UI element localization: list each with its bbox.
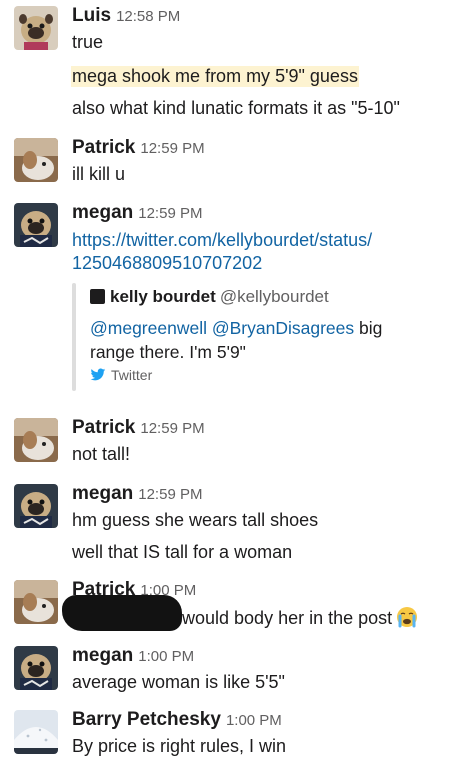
dog-avatar-icon xyxy=(14,138,58,182)
author-name[interactable]: Barry Petchesky xyxy=(72,709,221,730)
timestamp[interactable]: 12:59 PM xyxy=(140,140,204,157)
quote-bar xyxy=(72,283,76,391)
message-text: By price is right rules, I win xyxy=(72,736,287,756)
dog-avatar-icon xyxy=(14,418,58,462)
tweet-link[interactable]: https://twitter.com/kellybourdet/status/ xyxy=(72,230,372,251)
author-name[interactable]: Luis xyxy=(72,5,111,26)
twitter-avatar-icon xyxy=(90,289,105,304)
author-name[interactable]: megan xyxy=(72,483,133,504)
tweet-author-name[interactable]: kelly bourdet xyxy=(110,287,216,306)
message-text-part: would body her in the post xyxy=(182,608,393,628)
snow-avatar-icon xyxy=(14,710,58,754)
pug-avatar-icon xyxy=(14,484,58,528)
avatar[interactable] xyxy=(14,6,58,50)
dog-avatar-icon xyxy=(14,580,58,624)
message-text: hm guess she wears tall shoes xyxy=(72,510,319,530)
timestamp[interactable]: 12:59 PM xyxy=(140,420,204,437)
avatar[interactable] xyxy=(14,418,58,462)
tweet-text-part: big xyxy=(354,318,383,338)
message-text: also what kind lunatic formats it as "5-… xyxy=(72,98,400,118)
crying-face-icon xyxy=(397,607,418,628)
tweet-link[interactable]: 1250468809510707202 xyxy=(72,253,262,274)
mention-link[interactable]: @megreenwell xyxy=(90,318,207,338)
pug-avatar-icon xyxy=(14,203,58,247)
mention-link[interactable]: @BryanDisagrees xyxy=(212,318,354,338)
pug-avatar-icon xyxy=(14,646,58,690)
message-text: ill kill u xyxy=(72,164,126,184)
redaction-scribble xyxy=(62,595,182,631)
tweet-text-part: range there. I'm 5'9" xyxy=(90,342,246,362)
tweet-unfurl[interactable]: kelly bourdet @kellybourdet @megreenwell … xyxy=(72,283,432,391)
message-text: average woman is like 5'5" xyxy=(72,672,285,692)
timestamp[interactable]: 1:00 PM xyxy=(138,648,194,665)
tweet-source: Twitter xyxy=(111,367,153,383)
avatar[interactable] xyxy=(14,484,58,528)
author-name[interactable]: megan xyxy=(72,645,133,666)
avatar[interactable] xyxy=(14,710,58,754)
message-text: would body her in the post xyxy=(182,606,418,629)
pug-avatar-icon xyxy=(14,6,58,50)
tweet-author-handle[interactable]: @kellybourdet xyxy=(220,287,329,306)
message-feed: Luis 12:58 PM true mega shook me from my … xyxy=(0,0,450,758)
timestamp[interactable]: 12:59 PM xyxy=(138,205,202,222)
avatar[interactable] xyxy=(14,203,58,247)
message-text: mega shook me from my 5'9" guess xyxy=(71,66,359,87)
timestamp[interactable]: 12:58 PM xyxy=(116,8,180,25)
message-text: not tall! xyxy=(72,444,131,464)
twitter-bird-icon xyxy=(90,368,106,381)
author-name[interactable]: Patrick xyxy=(72,137,135,158)
timestamp[interactable]: 12:59 PM xyxy=(138,486,202,503)
tweet-text: @megreenwell @BryanDisagrees big range t… xyxy=(90,316,382,364)
author-name[interactable]: megan xyxy=(72,202,133,223)
message-text: true xyxy=(72,32,104,52)
avatar[interactable] xyxy=(14,646,58,690)
avatar[interactable] xyxy=(14,138,58,182)
author-name[interactable]: Patrick xyxy=(72,417,135,438)
avatar[interactable] xyxy=(14,580,58,624)
message-text: well that IS tall for a woman xyxy=(72,542,293,562)
tweet-footer: Twitter xyxy=(90,367,152,383)
timestamp[interactable]: 1:00 PM xyxy=(226,712,282,729)
